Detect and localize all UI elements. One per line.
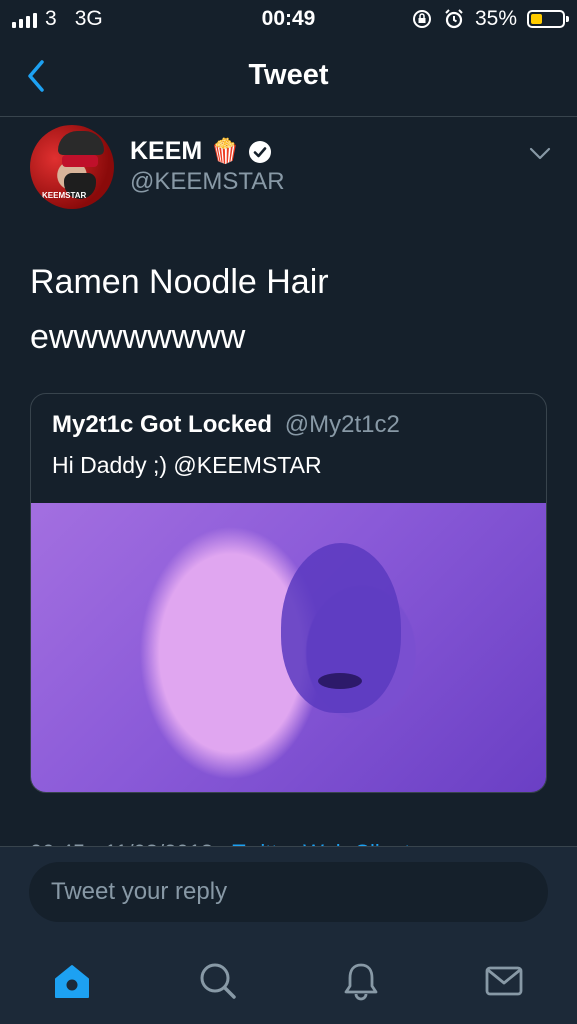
quoted-author-name: My2t1c Got Locked [52,411,273,438]
image-lips [318,673,362,689]
quoted-tweet-image[interactable] [31,503,546,792]
chevron-down-icon[interactable] [528,146,552,162]
battery-percent: 35% [474,7,517,30]
quoted-tweet-text: Hi Daddy ;) @KEEMSTAR [52,452,322,478]
tab-messages[interactable] [482,959,526,1003]
home-icon [55,965,89,998]
rotation-lock-icon [412,10,431,28]
bell-icon [344,963,378,1001]
status-bar: 3 3G 00:49 35% [0,0,577,38]
battery-icon [527,10,569,28]
avatar-logo-text: KEEMSTAR [42,191,87,200]
alarm-icon [445,9,463,29]
avatar-glasses [62,155,98,167]
author-handle[interactable]: @KEEMSTAR [130,168,285,196]
tab-home[interactable] [50,959,94,1003]
search-icon [200,963,236,999]
tab-notifications[interactable] [339,959,383,1003]
status-right: 35% [411,7,569,31]
mail-icon [485,966,523,996]
tweet-text-line-2: ewwwwwwww [30,318,246,356]
avatar-cap [58,131,104,155]
author-name-row[interactable]: KEEM 🍿 [130,137,272,166]
tab-bar [0,939,577,1024]
nav-header: Tweet [0,38,577,117]
tab-search[interactable] [196,959,240,1003]
tweet-text-line-1: Ramen Noodle Hair [30,263,329,301]
avatar[interactable]: KEEMSTAR [30,125,114,209]
quoted-tweet-header: My2t1c Got Locked @My2t1c2 [52,411,400,439]
battery-fill [531,14,542,24]
quoted-author-handle: @My2t1c2 [284,411,400,438]
tweet-text: Ramen Noodle Hair ewwwwwwww [30,255,329,365]
page-title: Tweet [248,59,329,91]
quoted-tweet[interactable]: My2t1c Got Locked @My2t1c2 Hi Daddy ;) @… [30,393,547,793]
reply-bar [0,846,577,940]
popcorn-emoji: 🍿 [210,138,241,165]
reply-input[interactable] [29,862,548,922]
author-name: KEEM [130,137,203,165]
verified-badge-icon [249,140,272,163]
